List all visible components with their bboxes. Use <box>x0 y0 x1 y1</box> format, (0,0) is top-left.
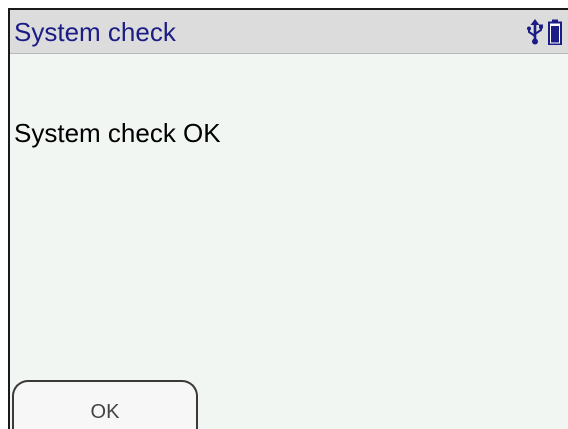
ok-button-label: OK <box>90 401 120 423</box>
status-message: System check OK <box>14 118 221 148</box>
screen-title: System check <box>14 17 176 47</box>
status-icons <box>526 18 562 50</box>
battery-icon <box>548 19 562 50</box>
usb-icon <box>526 18 544 50</box>
ok-button[interactable]: OK <box>12 380 198 429</box>
title-bar: System check <box>10 10 568 54</box>
device-screen: System check System check OK OK <box>8 8 568 429</box>
